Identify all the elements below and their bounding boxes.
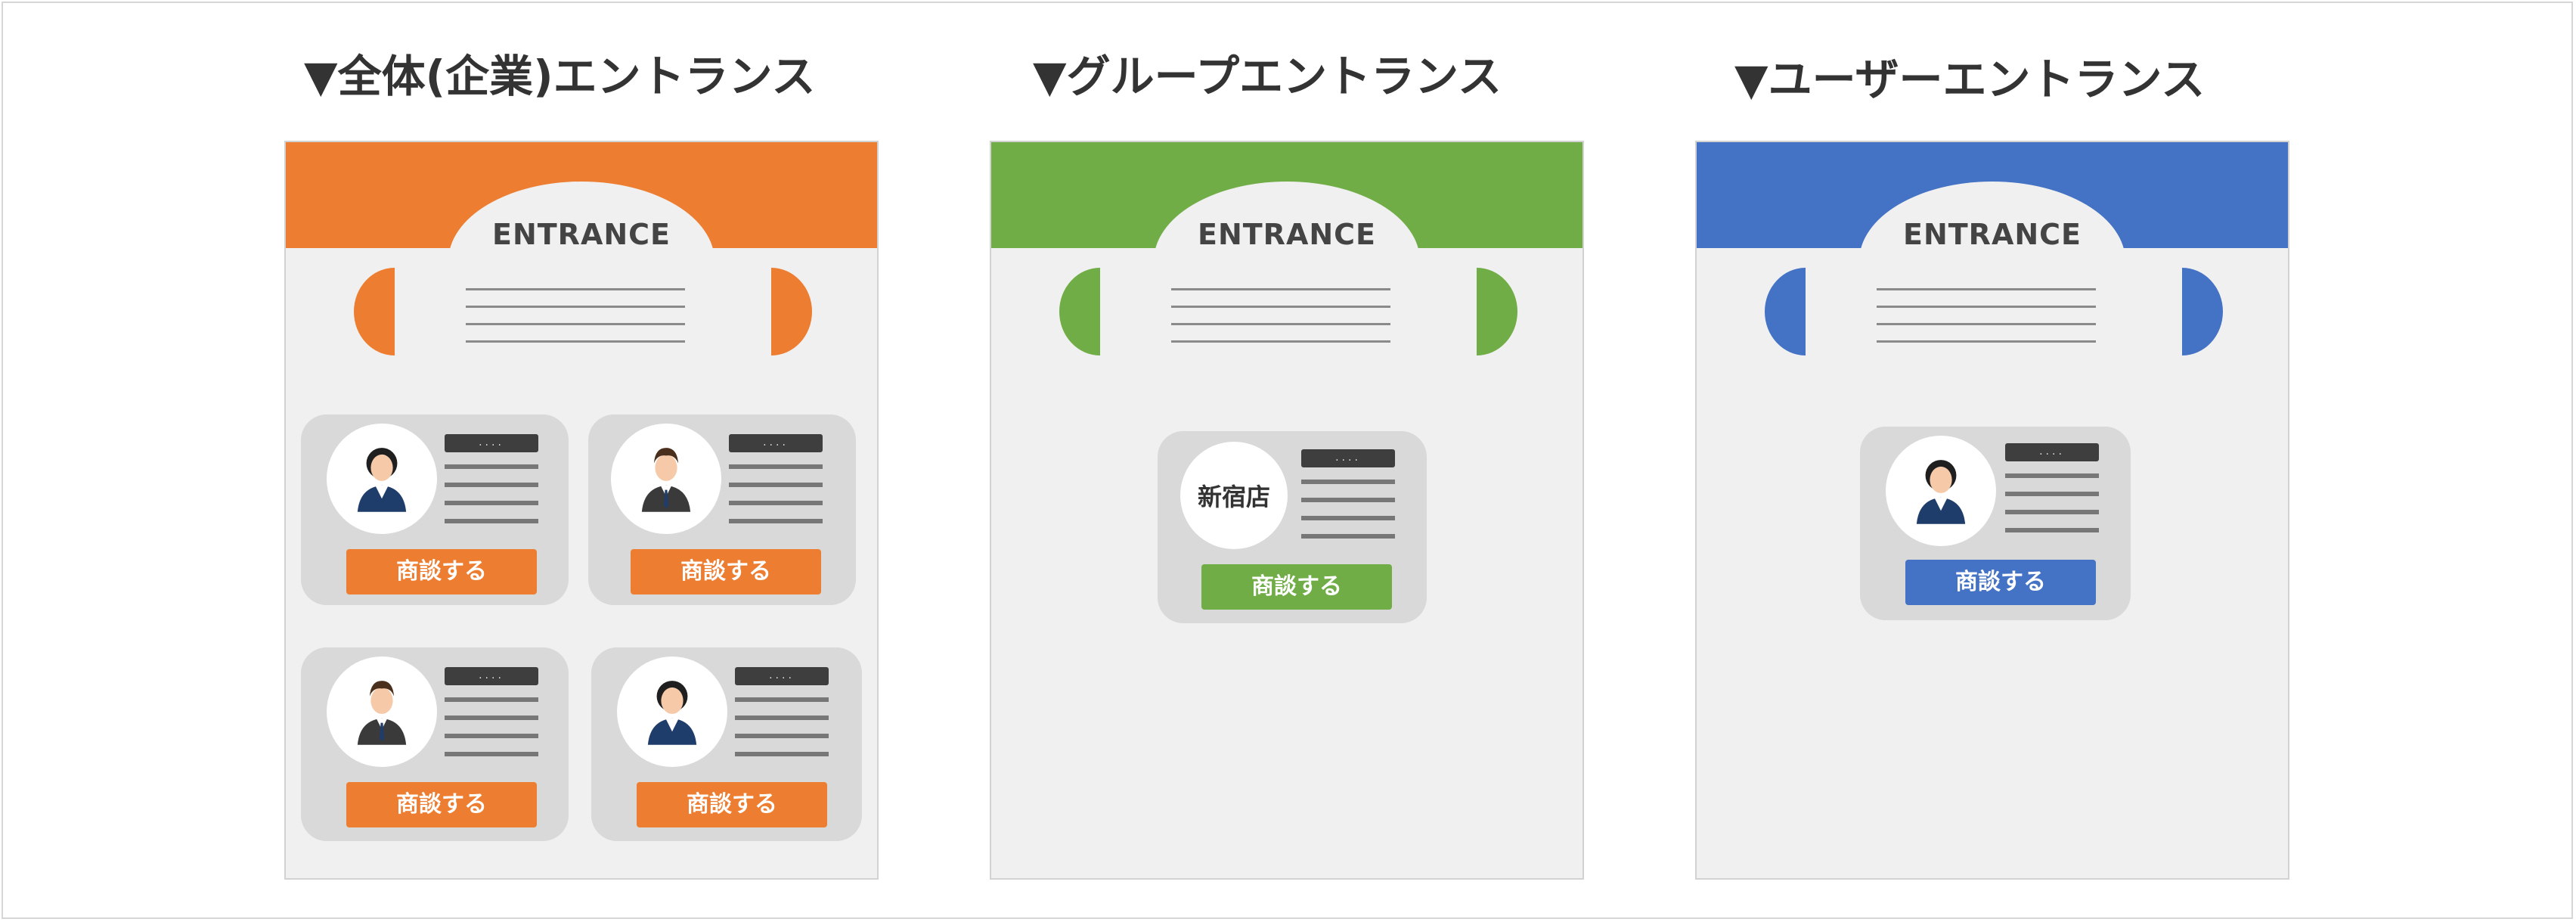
staff-card: .... 商談する bbox=[301, 647, 569, 841]
profile-text-line bbox=[729, 464, 823, 469]
profile-text-line bbox=[729, 501, 823, 505]
staff-card: .... 商談する bbox=[301, 414, 569, 605]
negotiate-button[interactable]: 商談する bbox=[346, 782, 537, 827]
store-name: 新宿店 bbox=[1197, 483, 1270, 511]
businessman-avatar-icon bbox=[611, 424, 721, 534]
profile-text-line bbox=[445, 501, 538, 505]
store-card: 新宿店 .... 商談する bbox=[1158, 431, 1427, 623]
profile-text-line bbox=[1301, 480, 1395, 484]
banner-text-line bbox=[466, 306, 685, 308]
entrance-label: ENTRANCE bbox=[1903, 218, 2082, 251]
arrow-right-icon[interactable] bbox=[771, 268, 812, 355]
name-tag: .... bbox=[2005, 443, 2099, 461]
staff-card: .... 商談する bbox=[1860, 427, 2131, 620]
profile-text-line bbox=[2005, 473, 2099, 478]
profile-text-line bbox=[735, 752, 829, 756]
profile-text-line bbox=[445, 697, 538, 702]
banner-text-line bbox=[466, 340, 685, 343]
profile-text-line bbox=[729, 483, 823, 487]
entrance-dome bbox=[1154, 182, 1420, 340]
title-user-entrance: ▼ユーザーエントランス bbox=[1734, 54, 2206, 105]
arrow-right-icon[interactable] bbox=[2182, 268, 2223, 355]
arrow-right-icon[interactable] bbox=[1477, 268, 1517, 355]
businesswoman-avatar-icon bbox=[1886, 436, 1996, 546]
title-company-entrance: ▼全体(企業)エントランス bbox=[304, 51, 816, 102]
entrance-label: ENTRANCE bbox=[1198, 218, 1376, 251]
negotiate-button[interactable]: 商談する bbox=[637, 782, 827, 827]
banner-text-line bbox=[1877, 340, 2096, 343]
businessman-avatar-icon bbox=[327, 657, 437, 767]
profile-text-line bbox=[445, 519, 538, 523]
name-tag: .... bbox=[1301, 449, 1395, 467]
banner-text-line bbox=[1877, 323, 2096, 325]
negotiate-button[interactable]: 商談する bbox=[1201, 564, 1392, 610]
banner-text-line bbox=[1171, 323, 1390, 325]
user-entrance-panel: ENTRANCE .... 商談する bbox=[1695, 141, 2289, 880]
profile-text-line bbox=[445, 483, 538, 487]
group-entrance-panel: ENTRANCE 新宿店 .... 商談する bbox=[990, 141, 1584, 880]
arrow-left-icon[interactable] bbox=[1765, 268, 1806, 355]
profile-text-line bbox=[445, 752, 538, 756]
profile-text-line bbox=[445, 734, 538, 738]
title-group-entrance: ▼グループエントランス bbox=[1033, 51, 1502, 102]
staff-card: .... 商談する bbox=[591, 647, 862, 841]
profile-text-line bbox=[2005, 528, 2099, 532]
arrow-left-icon[interactable] bbox=[354, 268, 395, 355]
profile-text-line bbox=[445, 464, 538, 469]
profile-text-line bbox=[2005, 510, 2099, 514]
arrow-left-icon[interactable] bbox=[1059, 268, 1100, 355]
profile-text-line bbox=[2005, 492, 2099, 496]
profile-text-line bbox=[1301, 534, 1395, 539]
banner-text-line bbox=[1877, 306, 2096, 308]
negotiate-button[interactable]: 商談する bbox=[346, 549, 537, 594]
entrance-dome bbox=[448, 182, 715, 340]
banner-text-line bbox=[1877, 288, 2096, 290]
businesswoman-avatar-icon bbox=[327, 424, 437, 534]
profile-text-line bbox=[735, 697, 829, 702]
profile-text-line bbox=[735, 716, 829, 720]
profile-text-line bbox=[735, 734, 829, 738]
name-tag: .... bbox=[735, 667, 829, 685]
entrance-label: ENTRANCE bbox=[492, 218, 671, 251]
banner-text-line bbox=[1171, 306, 1390, 308]
name-tag: .... bbox=[729, 434, 823, 452]
profile-text-line bbox=[1301, 516, 1395, 520]
name-tag: .... bbox=[445, 667, 538, 685]
entrance-dome bbox=[1859, 182, 2125, 340]
banner-text-line bbox=[466, 288, 685, 290]
banner-text-line bbox=[1171, 340, 1390, 343]
profile-text-line bbox=[729, 519, 823, 523]
staff-card: .... 商談する bbox=[588, 414, 856, 605]
banner-text-line bbox=[466, 323, 685, 325]
negotiate-button[interactable]: 商談する bbox=[1905, 560, 2096, 605]
negotiate-button[interactable]: 商談する bbox=[631, 549, 821, 594]
businesswoman-avatar-icon bbox=[617, 657, 727, 767]
company-entrance-panel: ENTRANCE .... 商談する .... 商談する .... 商談する .… bbox=[284, 141, 879, 880]
name-tag: .... bbox=[445, 434, 538, 452]
banner-text-line bbox=[1171, 288, 1390, 290]
store-avatar: 新宿店 bbox=[1180, 442, 1288, 549]
profile-text-line bbox=[445, 716, 538, 720]
profile-text-line bbox=[1301, 498, 1395, 502]
